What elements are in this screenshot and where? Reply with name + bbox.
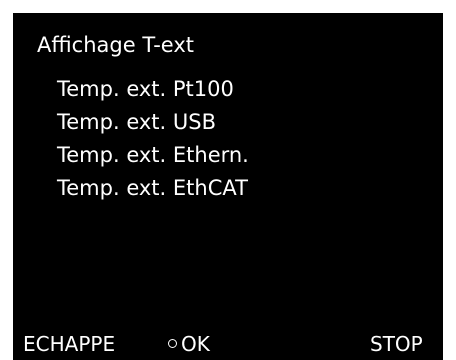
ok-softkey[interactable]: OK xyxy=(168,330,210,358)
menu-item-ethercat[interactable]: Temp. ext. EthCAT xyxy=(57,172,249,205)
circle-icon xyxy=(168,339,177,348)
ok-softkey-label: OK xyxy=(181,332,210,356)
menu-item-pt100[interactable]: Temp. ext. Pt100 xyxy=(57,73,249,106)
menu-item-ethernet[interactable]: Temp. ext. Ethern. xyxy=(57,139,249,172)
softkey-bar: ECHAPPE OK STOP xyxy=(13,330,443,360)
menu-item-usb[interactable]: Temp. ext. USB xyxy=(57,106,249,139)
escape-softkey[interactable]: ECHAPPE xyxy=(23,330,115,358)
stop-softkey[interactable]: STOP xyxy=(370,330,423,358)
display-screen: Affichage T-ext Temp. ext. Pt100 Temp. e… xyxy=(13,13,443,360)
screen-title: Affichage T-ext xyxy=(37,33,195,57)
menu-list: Temp. ext. Pt100 Temp. ext. USB Temp. ex… xyxy=(57,73,249,205)
